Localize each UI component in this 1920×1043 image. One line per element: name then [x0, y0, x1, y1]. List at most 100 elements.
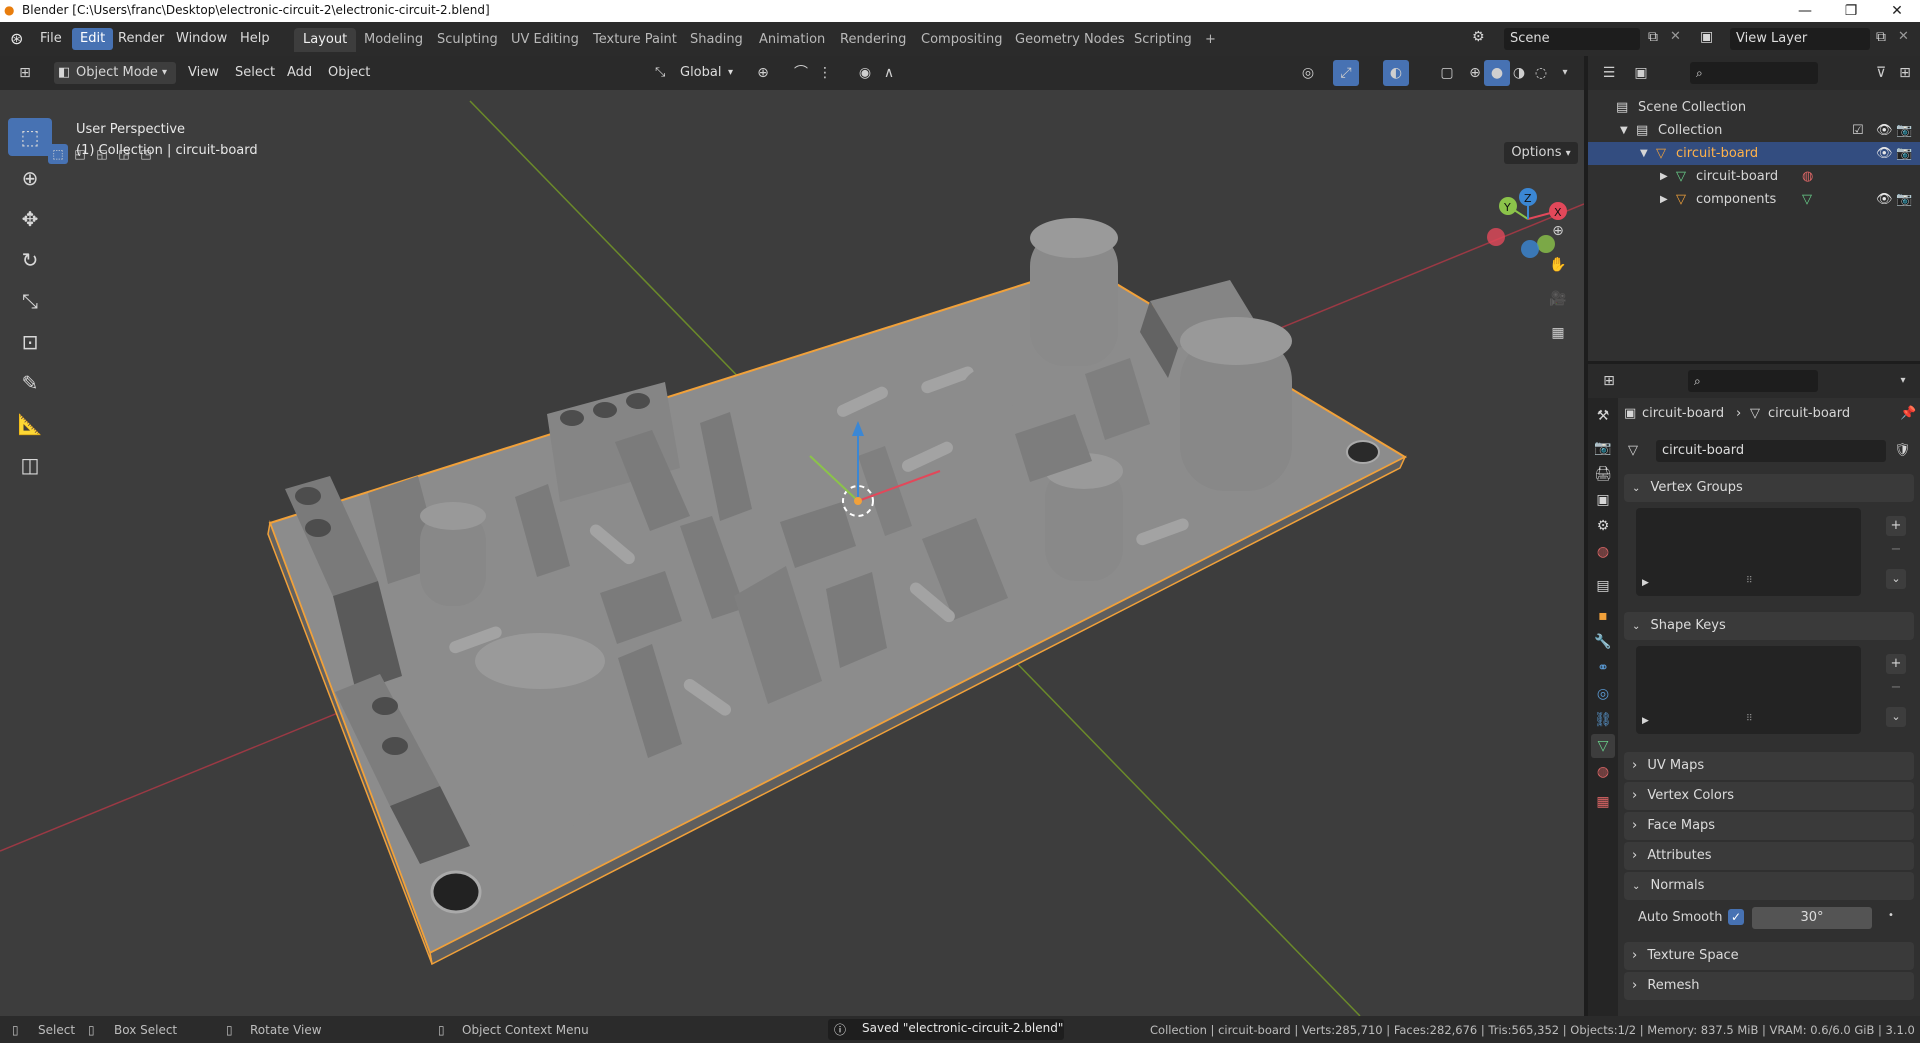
expand-arrow-icon[interactable]: ▼: [1640, 142, 1648, 165]
mesh-name-field[interactable]: circuit-board: [1656, 440, 1886, 462]
menu-edit[interactable]: Edit: [72, 28, 114, 50]
menu-help[interactable]: Help: [232, 28, 278, 50]
scene-tab-icon[interactable]: ⚙: [1591, 514, 1615, 538]
options-dropdown[interactable]: Options ▾: [1504, 142, 1578, 164]
new-view-layer-icon[interactable]: ⧉: [1876, 29, 1886, 45]
tab-animation[interactable]: Animation: [750, 28, 834, 52]
snap-icon[interactable]: ⌒: [788, 60, 814, 86]
tab-rendering[interactable]: Rendering: [831, 28, 915, 52]
outliner-editor-icon[interactable]: ☰: [1596, 60, 1622, 86]
panel-uv-maps[interactable]: › UV Maps: [1624, 752, 1914, 780]
zoom-icon[interactable]: ⊕: [1545, 218, 1571, 244]
outliner-row-circuit-board-object[interactable]: ▼ ▽ circuit-board 👁 📷: [1588, 142, 1920, 165]
panel-vertex-groups[interactable]: ⌄ Vertex Groups: [1624, 474, 1914, 502]
expand-arrow-icon[interactable]: ▼: [1620, 119, 1628, 142]
add-workspace-button[interactable]: +: [1196, 28, 1225, 52]
menu-object[interactable]: Object: [328, 62, 370, 84]
menu-select[interactable]: Select: [235, 62, 275, 84]
scene-selector[interactable]: Scene: [1504, 28, 1640, 50]
new-scene-icon[interactable]: ⧉: [1648, 29, 1658, 45]
pin-icon[interactable]: 📌: [1900, 402, 1916, 426]
camera-view-icon[interactable]: 🎥: [1545, 286, 1571, 312]
output-tab-icon[interactable]: 🖨: [1591, 462, 1615, 486]
cursor-tool-icon[interactable]: ⊕: [8, 159, 52, 197]
3d-viewport[interactable]: X Y Z ⊞ ◧ Object Mode ▾ View Select Add …: [0, 56, 1584, 1016]
object-tab-icon[interactable]: ▪: [1591, 604, 1615, 628]
transform-orientation-selector[interactable]: Global: [680, 62, 721, 84]
add-cube-tool-icon[interactable]: ◫: [8, 446, 52, 484]
add-shape-key-button[interactable]: +: [1886, 654, 1906, 674]
gizmo-toggle-icon[interactable]: ⤢: [1333, 60, 1359, 86]
world-tab-icon[interactable]: ◍: [1591, 540, 1615, 564]
scale-tool-icon[interactable]: ⤡: [8, 282, 52, 320]
outliner-search-input[interactable]: ⌕: [1690, 62, 1818, 84]
eye-icon[interactable]: 👁: [1876, 142, 1893, 165]
tab-sculpting[interactable]: Sculpting: [428, 28, 507, 52]
shape-key-specials-button[interactable]: ⌄: [1886, 707, 1906, 727]
camera-render-icon[interactable]: 📷: [1896, 119, 1912, 142]
panel-vertex-colors[interactable]: › Vertex Colors: [1624, 782, 1914, 810]
chevron-down-icon[interactable]: ▾: [1890, 368, 1916, 394]
auto-smooth-checkbox[interactable]: ✓: [1728, 909, 1744, 925]
vertex-groups-list[interactable]: ▶ ⠿: [1636, 508, 1861, 596]
display-mode-icon[interactable]: ▣: [1628, 60, 1654, 86]
camera-render-icon[interactable]: 📷: [1896, 188, 1912, 211]
overlays-toggle-icon[interactable]: ◐: [1383, 60, 1409, 86]
mode-selector[interactable]: ◧ Object Mode ▾: [54, 62, 176, 84]
annotate-tool-icon[interactable]: ✎: [8, 364, 52, 402]
maximize-button[interactable]: ❐: [1828, 0, 1874, 22]
tab-scripting[interactable]: Scripting: [1125, 28, 1201, 52]
perspective-grid-icon[interactable]: ▦: [1545, 320, 1571, 346]
remove-shape-key-button[interactable]: −: [1886, 678, 1906, 698]
outliner-row-circuit-board-mesh[interactable]: ▶ ▽ circuit-board ◍: [1588, 165, 1920, 188]
measure-tool-icon[interactable]: 📐: [8, 405, 52, 443]
texture-tab-icon[interactable]: ▦: [1591, 790, 1615, 814]
tab-layout[interactable]: Layout: [294, 28, 357, 52]
resize-handle-icon[interactable]: ⠿: [1746, 714, 1753, 724]
list-expand-icon[interactable]: ▶: [1642, 578, 1649, 588]
outliner-row-scene-collection[interactable]: ▤ Scene Collection: [1588, 96, 1920, 119]
view-layer-icon[interactable]: ▣: [1700, 29, 1713, 45]
viewport-scene[interactable]: X Y Z: [0, 56, 1584, 1016]
panel-shape-keys[interactable]: ⌄ Shape Keys: [1624, 612, 1914, 640]
outliner-row-components[interactable]: ▶ ▽ components ▽ 👁 📷: [1588, 188, 1920, 211]
filter-icon[interactable]: ⊽: [1868, 60, 1894, 86]
menu-window[interactable]: Window: [168, 28, 235, 50]
delete-view-layer-icon[interactable]: ✕: [1898, 29, 1909, 44]
constraints-tab-icon[interactable]: ⛓: [1591, 708, 1615, 732]
expand-arrow-icon[interactable]: ▶: [1660, 165, 1668, 188]
menu-file[interactable]: File: [32, 28, 70, 50]
panel-attributes[interactable]: › Attributes: [1624, 842, 1914, 870]
outliner-row-collection[interactable]: ▼ ▤ Collection ☑ 👁 📷: [1588, 119, 1920, 142]
particles-tab-icon[interactable]: ⚭: [1591, 656, 1615, 680]
transform-tool-icon[interactable]: ⊡: [8, 323, 52, 361]
physics-tab-icon[interactable]: ◎: [1591, 682, 1615, 706]
falloff-icon[interactable]: ∧: [876, 60, 902, 86]
tab-uv-editing[interactable]: UV Editing: [502, 28, 588, 52]
properties-editor-icon[interactable]: ⊞: [1596, 368, 1622, 394]
panel-remesh[interactable]: › Remesh: [1624, 972, 1914, 1000]
status-report[interactable]: ⓘ Saved "electronic-circuit-2.blend": [828, 1019, 1064, 1040]
delete-scene-icon[interactable]: ✕: [1670, 29, 1681, 44]
list-expand-icon[interactable]: ▶: [1642, 716, 1649, 726]
editor-type-icon[interactable]: ⊞: [12, 60, 38, 86]
eye-icon[interactable]: 👁: [1876, 188, 1893, 211]
view-layer-tab-icon[interactable]: ▣: [1591, 488, 1615, 512]
tab-compositing[interactable]: Compositing: [912, 28, 1012, 52]
panel-face-maps[interactable]: › Face Maps: [1624, 812, 1914, 840]
minimize-button[interactable]: —: [1782, 0, 1828, 22]
tab-geometry-nodes[interactable]: Geometry Nodes: [1006, 28, 1134, 52]
keyframe-dot-icon[interactable]: •: [1888, 910, 1894, 921]
close-button[interactable]: ✕: [1874, 0, 1920, 22]
rotate-tool-icon[interactable]: ↻: [8, 241, 52, 279]
camera-render-icon[interactable]: 📷: [1896, 142, 1912, 165]
menu-view[interactable]: View: [188, 62, 219, 84]
mesh-data-tab-icon[interactable]: ▽: [1591, 734, 1615, 758]
xray-toggle-icon[interactable]: ▢: [1434, 60, 1460, 86]
shape-keys-list[interactable]: ▶ ⠿: [1636, 646, 1861, 734]
properties-search-input[interactable]: ⌕: [1688, 370, 1818, 392]
new-collection-icon[interactable]: ⊞: [1892, 60, 1918, 86]
pan-hand-icon[interactable]: ✋: [1545, 252, 1571, 278]
add-vertex-group-button[interactable]: +: [1886, 516, 1906, 536]
proportional-editing-icon[interactable]: ◉: [852, 60, 878, 86]
